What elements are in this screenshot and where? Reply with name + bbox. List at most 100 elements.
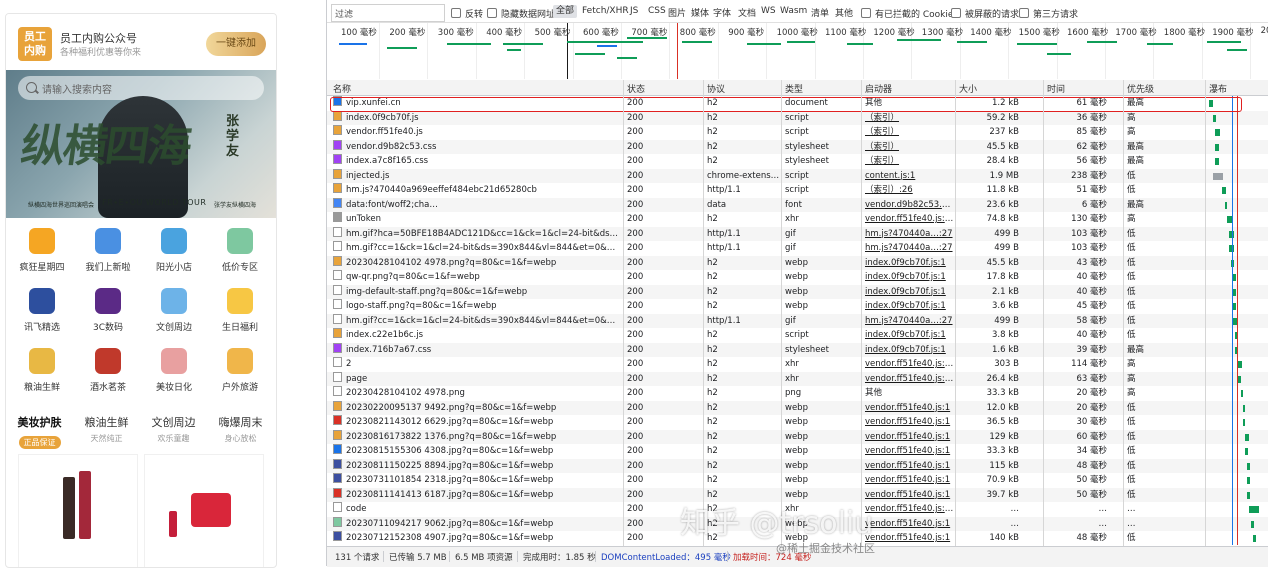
blocked-requests-checkbox[interactable]: 被屏蔽的请求 (951, 6, 1019, 20)
category-item[interactable]: 3C数码 (74, 288, 142, 350)
hero-banner[interactable]: 请输入搜索内容 纵横四海 张学友 纵横四海世界巡回演唱会 FR∙E∙OU WOR… (6, 70, 276, 218)
cell-init[interactable]: index.0f9cb70f.js:1 (865, 285, 955, 300)
tab-beauty[interactable]: 美妆护肤 正品保证 (6, 414, 73, 449)
type-filter-5[interactable]: 媒体 (691, 6, 709, 19)
request-row[interactable]: vip.xunfei.cn 200 h2 document 其他 1.2 kB 61 毫秒 最… (327, 96, 1268, 111)
third-party-checkbox[interactable]: 第三方请求 (1019, 6, 1078, 20)
type-filter-0[interactable]: 全部 (553, 5, 578, 18)
request-row[interactable]: page 200 h2 xhr vendor.ff51fe40.js:20 26.4 kB… (327, 371, 1268, 387)
request-row[interactable]: hm.gif?hca=50BFE18B4ADC121D&cc=1&ck=1&cl… (327, 226, 1268, 242)
cell-init[interactable]: content.js:1 (865, 169, 955, 184)
request-row[interactable]: hm.gif?cc=1&ck=1&cl=24-bit&ds=390x844&vl… (327, 241, 1268, 256)
request-row[interactable]: data:font/woff2;cha… 200 data font vendor.d9… (327, 197, 1268, 213)
request-row[interactable]: 20230428104102 4978.png 200 h2 png 其他 33.3 kB… (327, 386, 1268, 401)
cell-init[interactable]: （索引） (865, 140, 955, 155)
cell-init[interactable]: vendor.ff51fe40.js:1 (865, 473, 955, 488)
request-row[interactable]: 20230815155306 4308.jpg?q=80&c=1&f=webp 2… (327, 444, 1268, 459)
cell-init[interactable]: vendor.d9b82c53.css (865, 198, 955, 213)
cell-init[interactable]: vendor.ff51fe40.js:20 (865, 357, 955, 372)
request-row[interactable]: 20230428104102 4978.png?q=80&c=1&f=webp 2… (327, 255, 1268, 271)
request-row[interactable]: injected.js 200 chrome-extension script cont… (327, 168, 1268, 184)
add-account-button[interactable]: 一键添加 (206, 32, 266, 56)
timeline-overview[interactable]: 100 毫秒 200 毫秒 300 毫秒 400 毫秒 500 毫秒 600 毫秒 700 … (327, 22, 1268, 82)
request-row[interactable]: index.a7c8f165.css 200 h2 stylesheet （索引） 28.… (327, 154, 1268, 169)
column-header[interactable]: 瀑布 (1209, 82, 1227, 95)
cell-init[interactable]: vendor.ff51fe40.js:20 (865, 502, 955, 517)
category-item[interactable]: 我们上新啦 (74, 228, 142, 290)
cell-init[interactable]: vendor.ff51fe40.js:20 (865, 372, 955, 387)
request-row[interactable]: index.c22e1b6c.js 200 h2 script index.0f9cb7… (327, 328, 1268, 343)
category-item[interactable]: 美妆日化 (140, 348, 208, 410)
cell-init[interactable]: vendor.ff51fe40.js:1 (865, 430, 955, 445)
request-row[interactable]: 2 200 h2 xhr vendor.ff51fe40.js:20 303 B 114 毫… (327, 357, 1268, 372)
request-row[interactable]: vendor.ff51fe40.js 200 h2 script （索引） 237 kB 8… (327, 125, 1268, 140)
cell-init[interactable]: hm.js?470440a…:27 (865, 314, 955, 329)
tab-weekend[interactable]: 嗨爆周末 身心放松 (207, 414, 274, 444)
column-header[interactable]: 类型 (785, 82, 803, 95)
column-header[interactable]: 时间 (1047, 82, 1065, 95)
cell-init[interactable]: （索引） (865, 154, 955, 169)
category-item[interactable]: 阳光小店 (140, 228, 208, 290)
product-card-lipstick[interactable] (18, 454, 138, 567)
type-filter-4[interactable]: 图片 (668, 6, 686, 19)
type-filter-6[interactable]: 字体 (713, 6, 731, 19)
type-filter-1[interactable]: Fetch/XHR (582, 6, 629, 16)
category-item[interactable]: 低价专区 (206, 228, 274, 290)
request-row[interactable]: index.716b7a67.css 200 h2 stylesheet index.0… (327, 342, 1268, 357)
cell-init[interactable]: vendor.ff51fe40.js:1 (865, 488, 955, 503)
cell-init[interactable]: vendor.ff51fe40.js:1 (865, 415, 955, 430)
category-item[interactable]: 文创周边 (140, 288, 208, 350)
category-item[interactable]: 疯狂星期四 (8, 228, 76, 290)
request-row[interactable]: unToken 200 h2 xhr vendor.ff51fe40.js:20 74.8… (327, 212, 1268, 227)
cell-init[interactable]: index.0f9cb70f.js:1 (865, 270, 955, 285)
cell-init[interactable]: index.0f9cb70f.js:1 (865, 256, 955, 271)
cell-init[interactable]: vendor.ff51fe40.js:1 (865, 444, 955, 459)
tab-grain[interactable]: 粮油生鲜 天然纯正 (73, 414, 140, 444)
type-filter-9[interactable]: Wasm (780, 6, 807, 16)
column-header[interactable]: 优先级 (1127, 82, 1154, 95)
cell-init[interactable]: index.0f9cb70f.js:1 (865, 328, 955, 343)
request-row[interactable]: 20230821143012 6629.jpg?q=80&c=1&f=webp 2… (327, 415, 1268, 430)
request-row[interactable]: img-default-staff.png?q=80&c=1&f=webp 200… (327, 284, 1268, 300)
category-item[interactable]: 户外旅游 (206, 348, 274, 410)
type-filter-7[interactable]: 文档 (738, 6, 756, 19)
request-row[interactable]: 20230816173822 1376.png?q=80&c=1&f=webp 2… (327, 429, 1268, 445)
blocked-cookies-checkbox[interactable]: 有已拦截的 Cookie (861, 6, 953, 20)
type-filter-8[interactable]: WS (761, 6, 776, 16)
hide-data-urls-checkbox[interactable]: 隐藏数据网址 (487, 6, 555, 20)
type-filter-3[interactable]: CSS (648, 6, 666, 16)
request-row[interactable]: 20230731101854 2318.jpg?q=80&c=1&f=webp 2… (327, 473, 1268, 488)
cell-init[interactable]: vendor.ff51fe40.js:1 (865, 459, 955, 474)
column-header[interactable]: 状态 (627, 82, 645, 95)
request-row[interactable]: vendor.d9b82c53.css 200 h2 stylesheet （索引） 45… (327, 139, 1268, 155)
column-header[interactable]: 大小 (959, 82, 977, 95)
request-row[interactable]: logo-staff.png?q=80&c=1&f=webp 200 h2 webp i… (327, 299, 1268, 314)
cell-init[interactable]: vendor.ff51fe40.js:1 (865, 517, 955, 532)
cell-init[interactable]: vendor.ff51fe40.js:1 (865, 401, 955, 416)
cell-init[interactable]: （索引） (865, 111, 955, 126)
category-item[interactable]: 生日福利 (206, 288, 274, 350)
cell-init[interactable]: vendor.ff51fe40.js:1 (865, 531, 955, 545)
column-header[interactable]: 启动器 (865, 82, 892, 95)
request-row[interactable]: 20230811150225 8894.jpg?q=80&c=1&f=webp 2… (327, 458, 1268, 474)
cell-init[interactable]: hm.js?470440a…:27 (865, 227, 955, 242)
tab-culture[interactable]: 文创周边 欢乐童趣 (140, 414, 207, 444)
cell-init[interactable]: （索引） (865, 125, 955, 140)
column-header[interactable]: 名称 (333, 82, 351, 95)
request-row[interactable]: qw-qr.png?q=80&c=1&f=webp 200 h2 webp index.… (327, 270, 1268, 285)
request-row[interactable]: hm.js?470440a969eeffef484ebc21d65280cb 20… (327, 183, 1268, 198)
type-filter-2[interactable]: JS (630, 6, 638, 16)
cell-init[interactable]: hm.js?470440a…:27 (865, 241, 955, 256)
product-card-gift[interactable] (144, 454, 264, 567)
category-item[interactable]: 讯飞精选 (8, 288, 76, 350)
invert-checkbox[interactable]: 反转 (451, 6, 483, 20)
column-header[interactable]: 协议 (707, 82, 725, 95)
request-row[interactable]: 20230220095137 9492.png?q=80&c=1&f=webp 2… (327, 400, 1268, 416)
request-row[interactable]: index.0f9cb70f.js 200 h2 script （索引） 59.2 kB 3… (327, 110, 1268, 126)
category-item[interactable]: 粮油生鲜 (8, 348, 76, 410)
cell-init[interactable]: index.0f9cb70f.js:1 (865, 299, 955, 314)
request-row[interactable]: hm.gif?cc=1&ck=1&cl=24-bit&ds=390x844&vl… (327, 313, 1268, 329)
filter-input[interactable]: 过滤 (331, 4, 445, 22)
type-filter-11[interactable]: 其他 (835, 6, 853, 19)
cell-init[interactable]: vendor.ff51fe40.js:20 (865, 212, 955, 227)
